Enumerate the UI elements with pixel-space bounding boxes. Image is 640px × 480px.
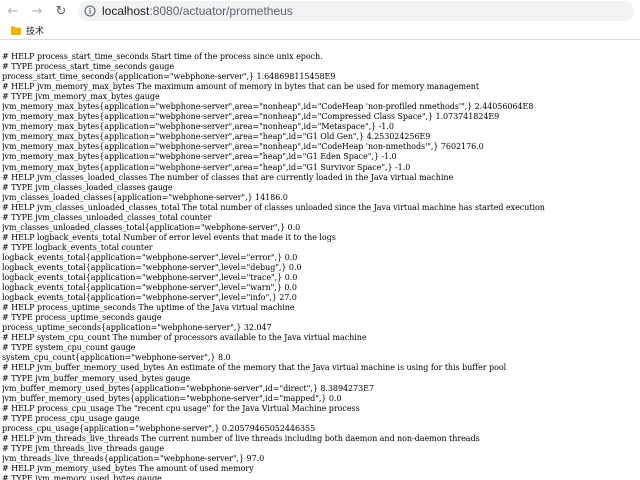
info-icon[interactable] bbox=[84, 5, 96, 17]
metric-comment-line: # TYPE process_uptime_seconds gauge bbox=[2, 313, 162, 323]
metric-comment-line: # TYPE jvm_memory_used_bytes gauge bbox=[2, 473, 162, 480]
url-path: :8080/actuator/prometheus bbox=[149, 4, 293, 18]
metric-sample-line: logback_events_total{application="webpho… bbox=[2, 252, 298, 262]
metric-sample-line: jvm_memory_max_bytes{application="webpho… bbox=[2, 162, 411, 172]
metric-comment-line: # HELP jvm_memory_used_bytes The amount … bbox=[2, 463, 254, 473]
metric-comment-line: # HELP jvm_threads_live_threads The curr… bbox=[2, 433, 480, 443]
browser-toolbar: ← → ↻ localhost:8080/actuator/prometheus bbox=[0, 0, 640, 22]
metric-comment-line: # TYPE process_start_time_seconds gauge bbox=[2, 62, 175, 72]
forward-button[interactable]: → bbox=[28, 2, 46, 20]
metric-sample-line: logback_events_total{application="webpho… bbox=[2, 262, 302, 272]
metric-sample-line: process_start_time_seconds{application="… bbox=[2, 72, 336, 82]
metric-comment-line: # HELP jvm_classes_loaded_classes The nu… bbox=[2, 172, 454, 182]
metric-comment-line: # HELP process_uptime_seconds The uptime… bbox=[2, 303, 295, 313]
metric-comment-line: # HELP jvm_buffer_memory_used_bytes An e… bbox=[2, 363, 507, 373]
metric-sample-line: jvm_buffer_memory_used_bytes{application… bbox=[2, 383, 375, 393]
metric-sample-line: jvm_memory_max_bytes{application="webpho… bbox=[2, 152, 397, 162]
metric-comment-line: # HELP system_cpu_count The number of pr… bbox=[2, 333, 367, 343]
metric-sample-line: logback_events_total{application="webpho… bbox=[2, 283, 297, 293]
reload-button[interactable]: ↻ bbox=[52, 2, 70, 20]
metric-sample-line: jvm_memory_max_bytes{application="webpho… bbox=[2, 112, 500, 122]
reload-icon: ↻ bbox=[55, 3, 67, 19]
metric-comment-line: # TYPE process_cpu_usage gauge bbox=[2, 413, 140, 423]
metric-sample-line: jvm_threads_live_threads{application="we… bbox=[2, 453, 265, 463]
metric-comment-line: # TYPE jvm_memory_max_bytes gauge bbox=[2, 92, 160, 102]
metric-comment-line: # HELP logback_events_total Number of er… bbox=[2, 232, 336, 242]
arrow-left-icon: ← bbox=[7, 3, 19, 19]
metric-sample-line: process_cpu_usage{application="webphone-… bbox=[2, 423, 316, 433]
folder-icon bbox=[11, 26, 21, 35]
metric-sample-line: logback_events_total{application="webpho… bbox=[2, 293, 297, 303]
url-host: localhost bbox=[102, 4, 150, 18]
metric-sample-line: jvm_memory_max_bytes{application="webpho… bbox=[2, 142, 484, 152]
metric-comment-line: # HELP jvm_memory_max_bytes The maximum … bbox=[2, 82, 480, 92]
metric-sample-line: jvm_memory_max_bytes{application="webpho… bbox=[2, 122, 394, 132]
metric-comment-line: # TYPE jvm_classes_unloaded_classes_tota… bbox=[2, 212, 212, 222]
metric-comment-line: # HELP jvm_classes_unloaded_classes_tota… bbox=[2, 202, 545, 212]
metric-sample-line: jvm_memory_max_bytes{application="webpho… bbox=[2, 132, 431, 142]
back-button[interactable]: ← bbox=[4, 2, 22, 20]
metric-sample-line: jvm_memory_max_bytes{application="webpho… bbox=[2, 102, 534, 112]
metric-comment-line: # HELP process_start_time_seconds Start … bbox=[2, 52, 323, 61]
metric-sample-line: jvm_classes_loaded_classes{application="… bbox=[2, 192, 288, 202]
metric-sample-line: jvm_buffer_memory_used_bytes{application… bbox=[2, 393, 342, 403]
bookmark-label: 技术 bbox=[26, 27, 45, 37]
metric-sample-line: process_uptime_seconds{application="webp… bbox=[2, 323, 272, 333]
url-text[interactable]: localhost:8080/actuator/prometheus bbox=[102, 4, 293, 18]
metric-comment-line: # TYPE system_cpu_count gauge bbox=[2, 343, 136, 353]
bookmark-folder[interactable]: 技术 bbox=[8, 23, 47, 38]
metric-comment-line: # TYPE jvm_classes_loaded_classes gauge bbox=[2, 182, 173, 192]
metric-sample-line: jvm_classes_unloaded_classes_total{appli… bbox=[2, 222, 301, 232]
address-bar[interactable]: localhost:8080/actuator/prometheus bbox=[78, 1, 634, 21]
metric-comment-line: # TYPE logback_events_total counter bbox=[2, 242, 153, 252]
metric-sample-line: logback_events_total{application="webpho… bbox=[2, 273, 298, 283]
metric-comment-line: # TYPE jvm_threads_live_threads gauge bbox=[2, 443, 165, 453]
metrics-page: # HELP process_start_time_seconds Start … bbox=[2, 52, 638, 480]
bookmarks-bar: 技术 bbox=[0, 22, 640, 40]
metric-sample-line: system_cpu_count{application="webphone-s… bbox=[2, 353, 231, 363]
metric-comment-line: # TYPE jvm_buffer_memory_used_bytes gaug… bbox=[2, 373, 191, 383]
metric-comment-line: # HELP process_cpu_usage The "recent cpu… bbox=[2, 403, 360, 413]
arrow-right-icon: → bbox=[31, 3, 43, 19]
